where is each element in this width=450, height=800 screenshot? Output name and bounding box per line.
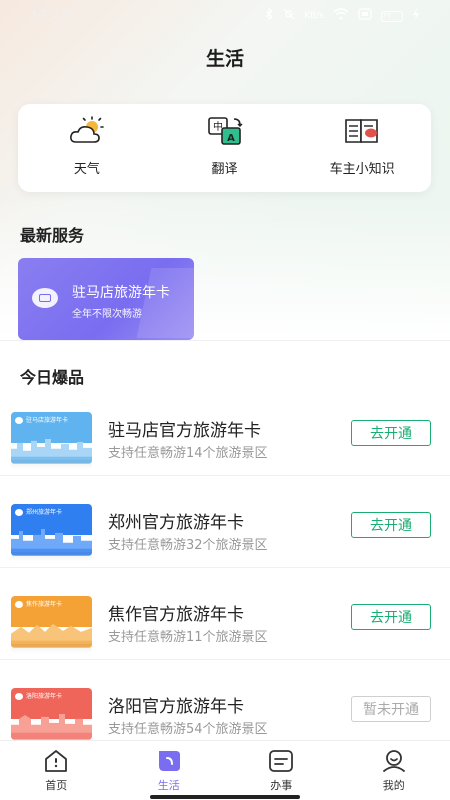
tab-affairs[interactable]: 办事 [225,741,338,800]
product-thumbnail: 焦作旅游年卡 [11,596,92,648]
product-row[interactable]: 焦作旅游年卡 焦作官方旅游年卡 支持任意畅游11个旅游景区 去开通 [0,596,450,688]
quick-action-translate[interactable]: 中 A 翻译 [156,104,294,192]
product-name: 郑州官方旅游年卡 [108,513,244,533]
battery-icon: 77 [381,10,403,22]
tab-bar: 首页 生活 办事 我的 [0,740,450,800]
life-icon [158,751,180,771]
product-desc: 支持任意畅游54个旅游景区 [108,722,268,737]
svg-text:A: A [227,133,235,144]
status-time: 17:47 [30,8,70,24]
latest-service-desc: 全年不限次畅游 [72,309,142,320]
tab-life[interactable]: 生活 [113,741,226,800]
latest-service-card[interactable]: 驻马店旅游年卡 全年不限次畅游 [18,258,194,340]
tab-label: 首页 [45,779,68,792]
product-thumbnail: 郑州旅游年卡 [11,504,92,556]
quick-action-label: 天气 [73,162,100,177]
card-decoration [136,268,194,338]
section-title-today: 今日爆品 [20,368,85,387]
not-available-button[interactable]: 暂未开通 [351,696,431,722]
bluetooth-icon [264,7,274,24]
product-desc: 支持任意畅游11个旅游景区 [108,630,268,645]
profile-icon [382,750,405,772]
home-indicator[interactable] [150,795,300,799]
thumbnail-label: 洛阳旅游年卡 [26,693,63,700]
thumbnail-shadow [11,460,92,470]
quick-action-label: 车主小知识 [329,162,395,177]
mute-icon [283,8,295,24]
thumbnail-label: 驻马店旅游年卡 [26,417,69,424]
row-divider [0,659,450,660]
tab-home[interactable]: 首页 [0,741,113,800]
status-bar: 17:47 KB/s 77 [0,0,450,32]
product-thumbnail: 洛阳旅游年卡 [11,688,92,740]
row-divider [0,475,450,476]
tab-label: 办事 [270,779,293,792]
tab-profile[interactable]: 我的 [338,741,450,800]
card-icon [32,288,58,308]
product-name: 焦作官方旅游年卡 [108,605,244,625]
quick-action-weather[interactable]: 天气 [18,104,156,192]
product-name: 洛阳官方旅游年卡 [108,697,244,717]
product-desc: 支持任意畅游14个旅游景区 [108,446,268,461]
quick-actions-card: 天气 中 A 翻译 车主小知识 [18,104,431,192]
section-title-latest: 最新服务 [20,226,85,245]
thumbnail-shadow [11,644,92,654]
network-speed-icon: KB/s [304,10,324,21]
book-icon [345,119,378,143]
open-button[interactable]: 去开通 [351,512,431,538]
quick-action-car-tips[interactable]: 车主小知识 [293,104,431,192]
row-divider [0,567,450,568]
open-button[interactable]: 去开通 [351,420,431,446]
product-thumbnail: 驻马店旅游年卡 [11,412,92,464]
affairs-icon [269,750,294,772]
charging-icon [412,8,420,24]
page-title: 生活 [205,48,244,70]
thumbnail-label: 郑州旅游年卡 [26,509,63,516]
product-row[interactable]: 郑州旅游年卡 郑州官方旅游年卡 支持任意畅游32个旅游景区 去开通 [0,504,450,596]
thumbnail-label: 焦作旅游年卡 [26,601,63,608]
open-button[interactable]: 去开通 [351,604,431,630]
section-divider [0,340,450,341]
quick-action-label: 翻译 [211,162,238,177]
translate-icon: 中 A [207,117,242,145]
sim-icon [358,8,372,24]
home-icon [45,750,68,772]
wifi-icon [333,8,349,24]
tab-label: 我的 [382,779,405,792]
tab-label: 生活 [157,779,180,792]
product-row[interactable]: 驻马店旅游年卡 驻马店官方旅游年卡 支持任意畅游14个旅游景区 去开通 [0,412,450,504]
status-icons: KB/s 77 [264,7,420,24]
thumbnail-shadow [11,552,92,562]
product-desc: 支持任意畅游32个旅游景区 [108,538,268,553]
latest-service-name: 驻马店旅游年卡 [72,285,170,301]
product-name: 驻马店官方旅游年卡 [108,421,261,441]
weather-icon [69,116,104,143]
